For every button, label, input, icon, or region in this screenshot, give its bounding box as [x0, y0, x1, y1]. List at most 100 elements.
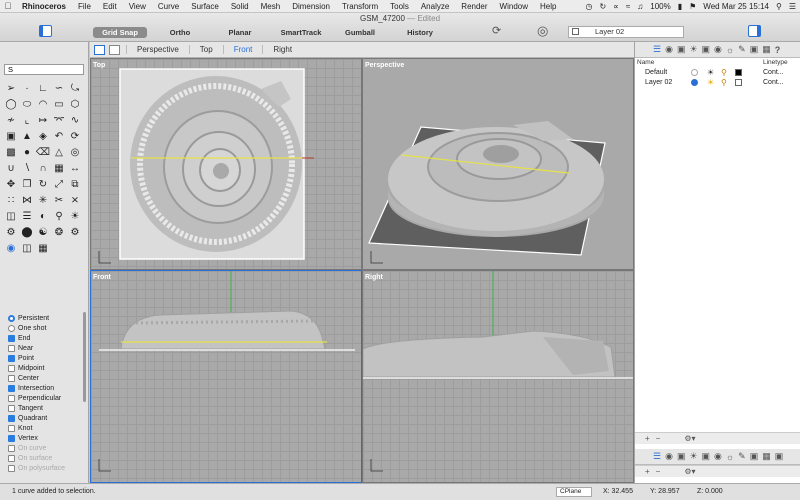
freeform-curve-icon[interactable]: ⤿: [67, 80, 83, 96]
mirror-icon[interactable]: ⧉: [67, 176, 83, 192]
polygon-icon[interactable]: ⬡: [67, 96, 83, 112]
apple-icon[interactable]: : [0, 1, 16, 11]
circle-icon[interactable]: ◯: [3, 96, 19, 112]
mesh-icon[interactable]: ▦: [51, 160, 67, 176]
osnap-end[interactable]: End: [8, 333, 84, 343]
osnap-checkbox[interactable]: [8, 374, 15, 382]
layer-row-default[interactable]: Default ☀ ⚲ Cont...: [635, 68, 800, 78]
menu-view[interactable]: View: [123, 2, 152, 11]
menu-curve[interactable]: Curve: [152, 2, 185, 11]
grid-snap-button[interactable]: Grid Snap: [93, 27, 147, 38]
rectangle-icon[interactable]: ▭: [51, 96, 67, 112]
osnap-tangent[interactable]: Tangent: [8, 403, 84, 413]
boolean-intersection-icon[interactable]: ∩: [35, 160, 51, 176]
menu-file[interactable]: File: [72, 2, 97, 11]
remove-icon[interactable]: −: [656, 467, 661, 476]
offset-curve-icon[interactable]: ≁: [3, 112, 19, 128]
cone-icon[interactable]: △: [51, 144, 67, 160]
wifi-icon[interactable]: ≈: [626, 2, 630, 11]
menu-mesh[interactable]: Mesh: [255, 2, 287, 11]
osnap-intersection[interactable]: Intersection: [8, 383, 84, 393]
layer-color-swatch[interactable]: [735, 69, 742, 76]
visible-bulb-icon[interactable]: ☀: [707, 68, 714, 77]
display-tab-icon[interactable]: ▣: [677, 44, 686, 55]
viewport-top-label[interactable]: Top: [93, 62, 105, 69]
layer-icon[interactable]: ☰: [19, 208, 35, 224]
battery-icon[interactable]: ▮: [678, 2, 682, 11]
viewport-right[interactable]: Right: [362, 270, 634, 483]
four-view-layout-icon[interactable]: [94, 44, 105, 55]
osnap-perpendicular[interactable]: Perpendicular: [8, 393, 84, 403]
revolve-icon[interactable]: ⟳: [67, 128, 83, 144]
layers-tab-icon[interactable]: ☰: [653, 44, 661, 55]
command-input[interactable]: [4, 64, 84, 75]
osnap-checkbox[interactable]: [8, 414, 15, 422]
ortho-button[interactable]: Ortho: [158, 27, 202, 38]
left-sidebar-toggle-icon[interactable]: [39, 25, 52, 37]
menu-analyze[interactable]: Analyze: [415, 2, 455, 11]
analyze-icon[interactable]: ☯: [35, 224, 51, 240]
time-machine-icon[interactable]: ◷: [585, 2, 592, 11]
render-tab-icon[interactable]: ◉: [714, 44, 722, 55]
history-button[interactable]: History: [398, 27, 442, 38]
menu-surface[interactable]: Surface: [185, 2, 225, 11]
options-gear-icon[interactable]: ⚙▾: [684, 467, 695, 476]
grid-tab-icon[interactable]: ▦: [762, 451, 771, 462]
menu-render[interactable]: Render: [455, 2, 493, 11]
tab-perspective[interactable]: Perspective: [126, 45, 189, 54]
surface-icon[interactable]: ▣: [3, 128, 19, 144]
osnap-vertex[interactable]: Vertex: [8, 433, 84, 443]
dimension-icon[interactable]: ↔: [67, 160, 83, 176]
osnap-one-shot[interactable]: One shot: [8, 323, 84, 333]
menu-dimension[interactable]: Dimension: [286, 2, 336, 11]
box-icon[interactable]: ▩: [3, 144, 19, 160]
group-icon[interactable]: ◫: [3, 208, 19, 224]
osnap-checkbox[interactable]: [8, 364, 15, 372]
add-icon[interactable]: +: [645, 467, 650, 476]
spotlight-icon[interactable]: ⚲: [776, 2, 782, 11]
camera-tab-icon[interactable]: ▣: [702, 451, 711, 462]
notes-tab-icon[interactable]: ✎: [738, 44, 746, 55]
select-arrow-icon[interactable]: ➢: [3, 80, 19, 96]
planar-button[interactable]: Planar: [218, 27, 262, 38]
viewport-perspective-label[interactable]: Perspective: [365, 62, 404, 69]
flag-icon[interactable]: ⚑: [689, 2, 696, 11]
current-layer-icon[interactable]: [691, 69, 698, 76]
display-panel-icon[interactable]: ▣: [775, 451, 784, 462]
osnap-scrollbar[interactable]: [83, 312, 86, 402]
notes-tab-icon[interactable]: ✎: [738, 451, 746, 462]
display-tab-icon[interactable]: ▣: [677, 451, 686, 462]
bluetooth-icon[interactable]: ∝: [613, 2, 619, 11]
smarttrack-button[interactable]: SmartTrack: [276, 27, 326, 38]
osnap-quadrant[interactable]: Quadrant: [8, 413, 84, 423]
menu-transform[interactable]: Transform: [336, 2, 384, 11]
viewport-perspective[interactable]: Perspective: [362, 58, 634, 270]
osnap-checkbox[interactable]: [8, 404, 15, 412]
remove-layer-icon[interactable]: −: [656, 434, 661, 443]
light-icon[interactable]: ☀: [67, 208, 83, 224]
split-icon[interactable]: ⨯: [67, 192, 83, 208]
tab-front[interactable]: Front: [222, 45, 263, 54]
osnap-checkbox[interactable]: [8, 344, 15, 352]
properties-tab-icon[interactable]: ◉: [665, 451, 673, 462]
tab-top[interactable]: Top: [188, 45, 223, 54]
add-layer-icon[interactable]: +: [645, 434, 650, 443]
ellipse-icon[interactable]: ⬭: [19, 96, 35, 112]
cplane-select[interactable]: CPlane: [556, 487, 592, 497]
boolean-union-icon[interactable]: ∪: [3, 160, 19, 176]
arc-icon[interactable]: ◠: [35, 96, 51, 112]
copy-icon[interactable]: ❐: [19, 176, 35, 192]
move-icon[interactable]: ✥: [3, 176, 19, 192]
viewport-right-label[interactable]: Right: [365, 274, 384, 281]
sync-icon[interactable]: ↻: [599, 2, 606, 11]
menu-help[interactable]: Help: [534, 2, 562, 11]
explode-icon[interactable]: ✳: [35, 192, 51, 208]
material-icon[interactable]: ⬤: [19, 224, 35, 240]
rotate-icon[interactable]: ↻: [35, 176, 51, 192]
osnap-persistent[interactable]: Persistent: [8, 313, 84, 323]
camera-tab-icon[interactable]: ▣: [702, 44, 711, 55]
osnap-point[interactable]: Point: [8, 353, 84, 363]
layer-row-layer-02[interactable]: Layer 02 ☀ ⚲ Cont...: [635, 78, 800, 88]
layer-options-gear-icon[interactable]: ⚙▾: [684, 434, 695, 443]
materials-tab-icon[interactable]: ☀: [689, 451, 697, 462]
